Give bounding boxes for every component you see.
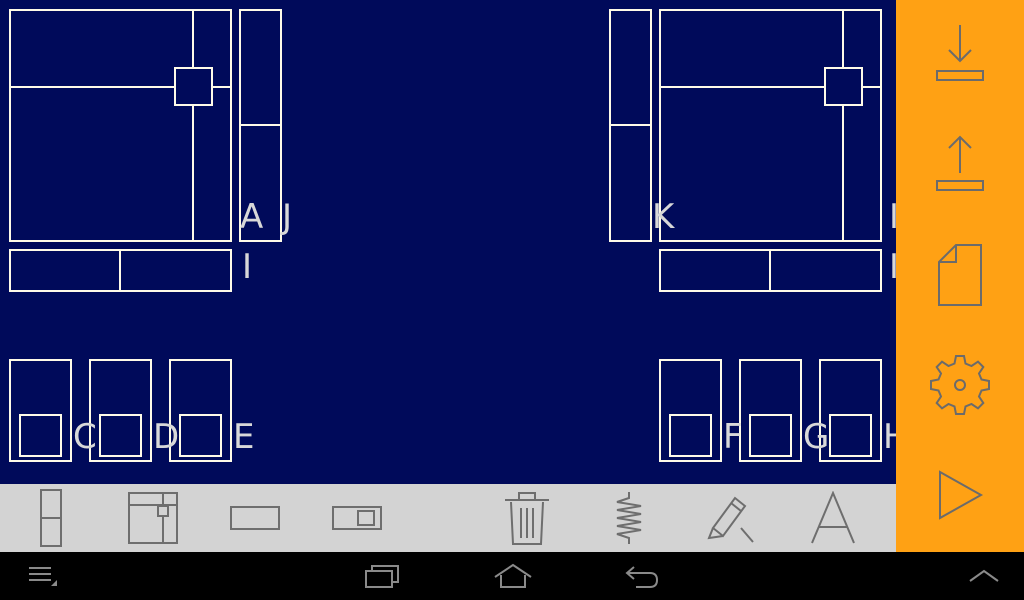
download-icon <box>934 23 986 87</box>
vertical-split-panel-icon <box>39 488 63 548</box>
upload-button[interactable] <box>896 110 1024 220</box>
tool-spring-button[interactable] <box>589 484 669 552</box>
small-frame-h-inner <box>829 414 872 457</box>
label-f: F <box>723 417 743 457</box>
tool-palette <box>0 484 896 552</box>
new-document-icon <box>936 242 984 308</box>
download-button[interactable] <box>896 0 1024 110</box>
new-document-button[interactable] <box>896 220 1024 330</box>
tool-compass-button[interactable] <box>793 484 873 552</box>
label-g: G <box>803 417 830 457</box>
home-icon <box>493 563 533 589</box>
small-frame-d-inner <box>99 414 142 457</box>
label-c: C <box>73 417 97 457</box>
frame-right-narrow-divider <box>609 124 652 126</box>
small-frame-f-inner <box>669 414 712 457</box>
label-a: A <box>240 197 264 237</box>
system-navigation-bar <box>0 552 1024 600</box>
frame-left-divider-vertical <box>192 9 194 242</box>
menu-icon <box>27 564 59 588</box>
recent-apps-button[interactable] <box>347 552 417 600</box>
label-j: J <box>282 197 293 237</box>
frame-left-narrow-divider <box>239 124 282 126</box>
tool-window-frame-button[interactable] <box>113 484 193 552</box>
settings-button[interactable] <box>896 330 1024 440</box>
frame-left-handle[interactable] <box>174 67 213 106</box>
compass-icon <box>808 491 858 545</box>
label-partial-top: I <box>889 197 896 237</box>
frame-right-large[interactable] <box>659 9 882 242</box>
frame-left-large[interactable] <box>9 9 232 242</box>
frame-right-handle[interactable] <box>824 67 863 106</box>
tool-vertical-split-button[interactable] <box>11 484 91 552</box>
pencil-icon <box>705 492 757 544</box>
tool-delete-button[interactable] <box>487 484 567 552</box>
settings-gear-icon <box>930 355 990 415</box>
small-frame-c-inner <box>19 414 62 457</box>
home-button[interactable] <box>478 552 548 600</box>
label-e: E <box>233 417 255 457</box>
frame-right-divider-vertical <box>842 9 844 242</box>
chevron-up-icon <box>968 568 1000 584</box>
action-side-panel <box>896 0 1024 552</box>
small-frame-g-inner <box>749 414 792 457</box>
upload-icon <box>934 133 986 197</box>
run-button[interactable] <box>896 440 1024 550</box>
back-button[interactable] <box>607 552 677 600</box>
tool-horizontal-panel-button[interactable] <box>215 484 295 552</box>
expand-button[interactable] <box>949 552 1019 600</box>
drawing-canvas[interactable]: A J I K I I C D E F G H <box>0 0 896 484</box>
recent-apps-icon <box>364 563 400 589</box>
label-h: H <box>883 417 896 457</box>
trash-icon <box>503 490 551 546</box>
small-frame-e-inner <box>179 414 222 457</box>
frame-left-bottom-divider <box>119 249 121 292</box>
play-icon <box>936 469 984 521</box>
window-frame-icon <box>127 491 179 545</box>
label-d: D <box>153 417 180 457</box>
tool-pencil-button[interactable] <box>691 484 771 552</box>
spring-icon <box>613 490 645 546</box>
horizontal-panel-icon <box>229 505 281 531</box>
label-k: K <box>652 197 675 237</box>
tool-panel-with-handle-button[interactable] <box>317 484 397 552</box>
panel-with-handle-icon <box>331 505 383 531</box>
label-i: I <box>242 247 253 287</box>
back-icon <box>624 563 660 589</box>
label-partial-bottom: I <box>889 247 896 287</box>
menu-button[interactable] <box>8 552 78 600</box>
frame-right-bottom-divider <box>769 249 771 292</box>
